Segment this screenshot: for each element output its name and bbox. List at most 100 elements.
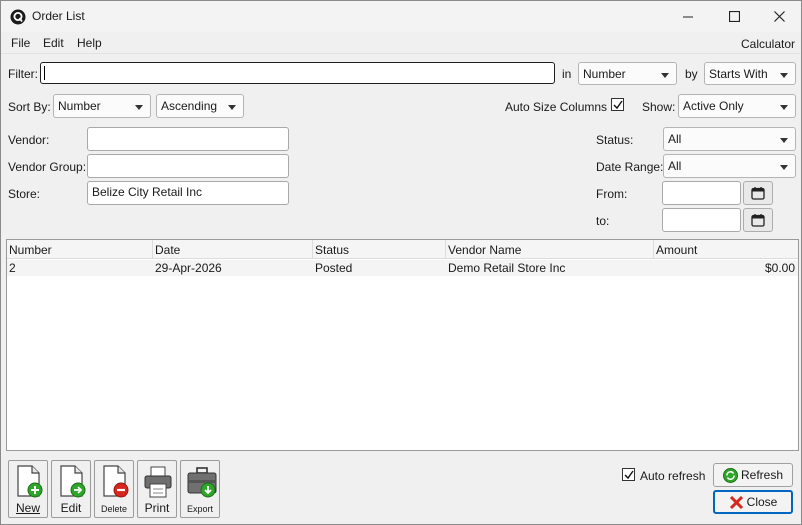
close-x-icon (729, 495, 743, 509)
to-date-field[interactable] (662, 208, 741, 232)
new-document-icon (17, 465, 43, 498)
cell-date: 29-Apr-2026 (155, 261, 222, 275)
vendor-group-field[interactable] (87, 154, 289, 178)
edit-button[interactable]: Edit (51, 460, 91, 518)
window-title: Order List (32, 9, 85, 23)
sort-field-select[interactable]: Number (53, 94, 151, 118)
export-button[interactable]: Export (180, 460, 220, 518)
filter-mode-select[interactable]: Starts With (704, 62, 796, 85)
chevron-down-icon (661, 73, 669, 78)
auto-size-columns-checkbox[interactable] (611, 98, 624, 111)
menu-bar: File Edit Help Calculator (1, 32, 801, 54)
column-header-date[interactable]: Date (153, 240, 313, 259)
new-button[interactable]: New (8, 460, 48, 518)
export-button-label: Export (186, 504, 213, 514)
title-bar: Order List (1, 1, 801, 32)
menu-edit[interactable]: Edit (43, 36, 64, 50)
date-range-value: All (668, 159, 682, 173)
filter-by-label: by (685, 67, 698, 81)
status-label: Status: (596, 133, 634, 147)
show-select[interactable]: Active Only (678, 94, 796, 118)
maximize-icon (728, 11, 740, 22)
filter-in-label: in (562, 67, 572, 81)
chevron-down-icon (780, 73, 788, 78)
date-range-label: Date Range: (596, 160, 664, 174)
checkmark-icon (624, 470, 634, 479)
cell-status: Posted (315, 261, 353, 275)
auto-refresh-label: Auto refresh (640, 469, 706, 483)
delete-button-label: Delete (100, 504, 127, 514)
column-header-amount[interactable]: Amount (654, 240, 798, 259)
text-caret (44, 66, 45, 80)
refresh-button-label: Refresh (740, 468, 784, 482)
grid-header: Number Date Status Vendor Name Amount (7, 240, 798, 259)
chevron-down-icon (780, 138, 788, 143)
calendar-icon (751, 187, 765, 200)
new-button-label: New (15, 501, 40, 515)
to-date-picker-button[interactable] (743, 208, 773, 232)
edit-button-label: Edit (60, 501, 82, 515)
refresh-icon (722, 467, 738, 483)
status-select[interactable]: All (663, 127, 796, 151)
sort-by-label: Sort By: (8, 100, 51, 114)
vendor-label: Vendor: (8, 133, 50, 147)
maximize-button[interactable] (711, 1, 757, 32)
chevron-down-icon (780, 165, 788, 170)
show-label: Show: (642, 100, 676, 114)
from-date-field[interactable] (662, 181, 741, 205)
auto-refresh-checkbox[interactable] (622, 468, 635, 481)
vendor-group-label: Vendor Group: (8, 160, 87, 174)
to-label: to: (596, 214, 610, 228)
show-value: Active Only (683, 99, 744, 113)
column-header-number[interactable]: Number (7, 240, 153, 259)
filter-field-value: Number (583, 67, 626, 81)
store-field-value: Belize City Retail Inc (92, 185, 203, 199)
chevron-down-icon (228, 105, 236, 110)
calendar-icon (751, 214, 765, 227)
order-list-window: Order List File Edit Help Calculator Fil… (0, 0, 802, 525)
minimize-button[interactable] (665, 1, 711, 32)
edit-document-icon (60, 465, 86, 498)
chevron-down-icon (780, 105, 788, 110)
from-date-picker-button[interactable] (743, 181, 773, 205)
sort-direction-select[interactable]: Ascending (156, 94, 244, 118)
cell-vendor-name: Demo Retail Store Inc (448, 261, 566, 275)
print-button-label: Print (144, 501, 170, 515)
vendor-field[interactable] (87, 127, 289, 151)
auto-size-columns-label: Auto Size Columns (505, 100, 608, 114)
delete-button[interactable]: Delete (94, 460, 134, 518)
close-button-label: Close (746, 495, 778, 509)
minimize-icon (683, 16, 693, 17)
status-value: All (668, 132, 682, 146)
sort-direction-value: Ascending (161, 99, 218, 113)
checkmark-icon (613, 100, 623, 109)
chevron-down-icon (135, 105, 143, 110)
store-label: Store: (8, 187, 41, 201)
close-icon (773, 11, 785, 22)
menu-help[interactable]: Help (77, 36, 102, 50)
store-field[interactable]: Belize City Retail Inc (87, 181, 289, 205)
column-header-status[interactable]: Status (313, 240, 446, 259)
sort-field-value: Number (58, 99, 101, 113)
close-window-button[interactable] (756, 1, 802, 32)
calculator-link[interactable]: Calculator (741, 37, 795, 51)
print-button[interactable]: Print (137, 460, 177, 518)
refresh-button[interactable]: Refresh (713, 463, 793, 487)
export-briefcase-icon (187, 467, 217, 498)
date-range-select[interactable]: All (663, 154, 796, 178)
close-button[interactable]: Close (713, 490, 793, 514)
column-header-vendor-name[interactable]: Vendor Name (446, 240, 654, 259)
delete-document-icon (103, 465, 129, 498)
app-logo-icon (10, 9, 26, 25)
table-row[interactable]: 2 29-Apr-2026 Posted Demo Retail Store I… (7, 260, 798, 276)
menu-file[interactable]: File (11, 36, 30, 50)
order-grid[interactable]: Number Date Status Vendor Name Amount 2 … (6, 239, 799, 451)
printer-icon (144, 466, 172, 498)
filter-input[interactable] (40, 62, 555, 84)
filter-mode-value: Starts With (709, 67, 768, 81)
filter-field-select[interactable]: Number (578, 62, 677, 85)
cell-amount: $0.00 (764, 261, 795, 275)
from-label: From: (596, 187, 628, 201)
cell-number: 2 (9, 261, 16, 275)
filter-label: Filter: (8, 67, 38, 81)
